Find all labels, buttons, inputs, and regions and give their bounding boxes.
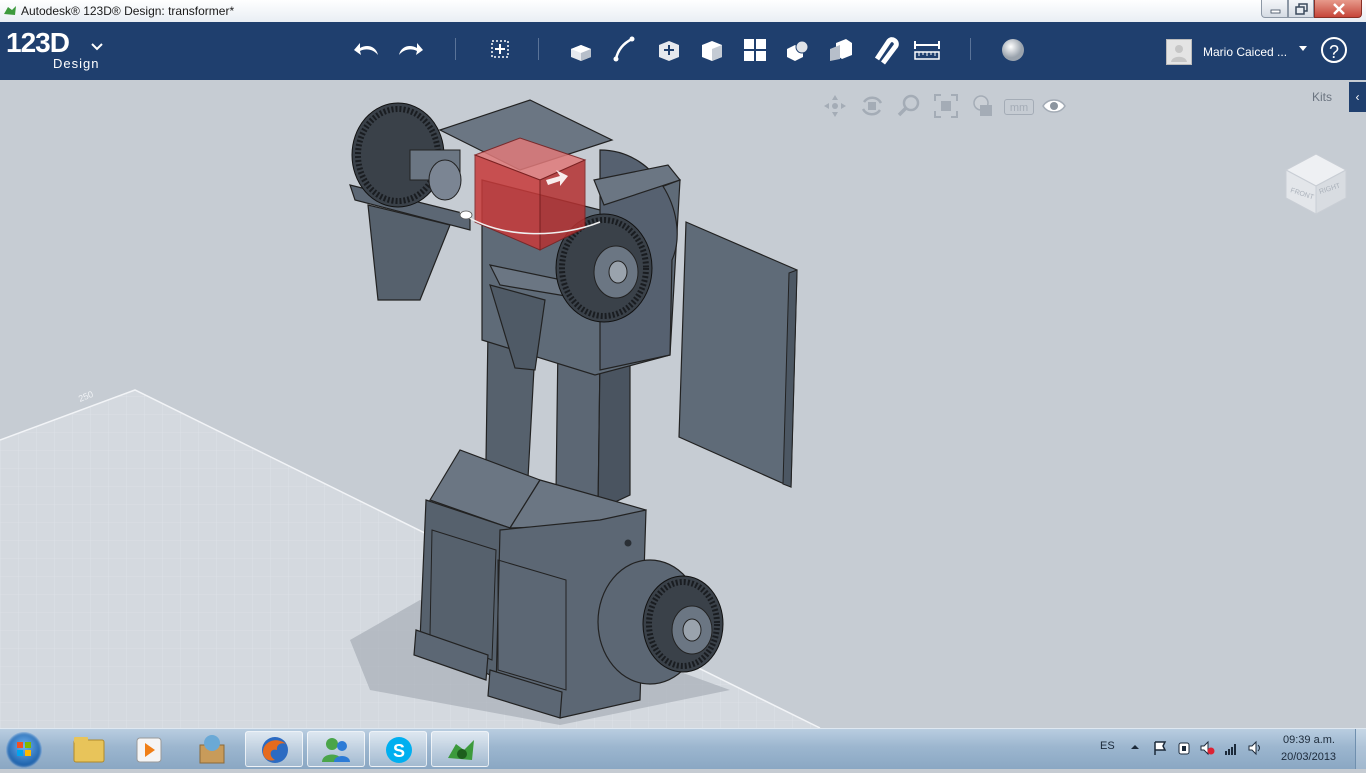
magnet-icon <box>874 37 899 65</box>
toolbar-separator <box>970 38 971 60</box>
close-button[interactable] <box>1314 0 1362 18</box>
windows-logo-icon <box>17 742 31 756</box>
transform-button[interactable] <box>484 34 516 66</box>
zoom-icon[interactable] <box>896 93 922 119</box>
clock-date[interactable]: 20/03/2013 <box>1281 751 1336 763</box>
measure-icon <box>914 41 940 60</box>
group-button[interactable] <box>782 34 814 66</box>
taskbar-skype[interactable]: S <box>369 731 427 767</box>
chevron-down-icon <box>91 43 103 51</box>
primitives-icon <box>571 45 591 61</box>
action-center-flag-icon[interactable] <box>1152 740 1168 756</box>
grid-label: 250 <box>77 389 95 404</box>
svg-text:S: S <box>393 741 405 761</box>
taskbar-123d-design[interactable] <box>431 731 489 767</box>
sketch-icon <box>613 36 635 62</box>
clock-time[interactable]: 09:39 a.m. <box>1283 734 1335 746</box>
media-player-icon <box>136 737 162 763</box>
pattern-icon <box>744 39 766 61</box>
orbit-icon[interactable] <box>859 93 885 119</box>
pan-icon[interactable] <box>822 93 848 119</box>
pattern-button[interactable] <box>739 34 771 66</box>
undo-icon <box>354 43 378 55</box>
3d-viewport[interactable]: 250 mm Kits ‹ FRONT RIGHT <box>0 80 1366 728</box>
taskbar-media-player[interactable] <box>120 731 178 767</box>
primitives-button[interactable] <box>566 34 598 66</box>
model-door-panel <box>678 221 798 488</box>
material-button[interactable] <box>997 34 1029 66</box>
windows-explorer-icon <box>73 737 105 763</box>
material-sphere-icon <box>1002 39 1024 61</box>
scene-canvas: 250 <box>0 99 821 728</box>
device-icon[interactable] <box>1176 740 1192 756</box>
logo-text: 123D <box>6 27 70 58</box>
window-title-bar: Autodesk® 123D® Design: transformer* <box>0 0 1366 23</box>
help-button[interactable]: ? <box>1321 37 1347 63</box>
view-mode-icon[interactable] <box>970 93 996 119</box>
taskbar-app-store[interactable] <box>183 731 241 767</box>
firefox-icon <box>262 737 288 763</box>
redo-button[interactable] <box>394 34 426 66</box>
modify-button[interactable] <box>696 34 728 66</box>
user-icon <box>1171 45 1187 62</box>
restore-icon <box>1295 3 1308 15</box>
toolbar-separator <box>455 38 456 60</box>
construct-icon <box>659 41 679 61</box>
transform-icon <box>491 40 509 58</box>
avatar[interactable] <box>1166 39 1192 65</box>
restore-button[interactable] <box>1288 0 1314 18</box>
show-hidden-icons-icon[interactable] <box>1130 742 1140 752</box>
app-menu-button[interactable]: 123D Design <box>6 27 103 71</box>
undo-button[interactable] <box>351 34 383 66</box>
combine-icon <box>830 39 852 61</box>
minimize-button[interactable] <box>1261 0 1288 18</box>
toolbar-separator <box>538 38 539 60</box>
model-wheel-lower <box>597 559 724 685</box>
taskbar-firefox[interactable] <box>245 731 303 767</box>
fit-icon[interactable] <box>933 93 959 119</box>
modify-icon <box>702 41 722 61</box>
sketch-button[interactable] <box>609 34 641 66</box>
redo-icon <box>399 43 423 55</box>
messenger-icon <box>322 738 350 762</box>
close-icon <box>1333 3 1345 15</box>
window-title: Autodesk® 123D® Design: transformer* <box>21 4 235 18</box>
kits-panel-toggle[interactable]: ‹ <box>1349 82 1366 112</box>
group-icon <box>787 40 809 61</box>
123d-design-icon <box>448 740 474 760</box>
construct-button[interactable] <box>653 34 685 66</box>
minimize-icon <box>1270 9 1281 14</box>
measure-button[interactable] <box>911 34 943 66</box>
language-indicator[interactable]: ES <box>1100 740 1115 752</box>
units-button[interactable]: mm <box>1004 99 1034 115</box>
123d-app-icon <box>4 6 16 15</box>
user-name[interactable]: Mario Caiced ... <box>1203 45 1287 59</box>
logo-subtext: Design <box>53 56 100 71</box>
speaker-icon[interactable] <box>1247 740 1263 756</box>
kits-label[interactable]: Kits <box>1312 90 1332 104</box>
skype-icon: S <box>386 737 412 763</box>
taskbar-explorer[interactable] <box>60 731 118 767</box>
start-button[interactable] <box>6 732 42 768</box>
visibility-icon[interactable] <box>1041 93 1067 119</box>
show-desktop-button[interactable] <box>1355 729 1366 769</box>
volume-muted-icon[interactable] <box>1199 740 1215 756</box>
taskbar-messenger[interactable] <box>307 731 365 767</box>
snap-button[interactable] <box>868 34 900 66</box>
windows-taskbar: S ES 09:39 a.m. 20/03/2013 <box>0 728 1366 769</box>
network-signal-icon[interactable] <box>1223 740 1239 756</box>
app-store-icon <box>199 735 225 764</box>
user-dropdown-icon[interactable] <box>1298 44 1308 52</box>
view-cube[interactable]: FRONT RIGHT <box>1278 140 1356 218</box>
combine-button[interactable] <box>825 34 857 66</box>
model-wheel-upper-left <box>351 102 462 208</box>
